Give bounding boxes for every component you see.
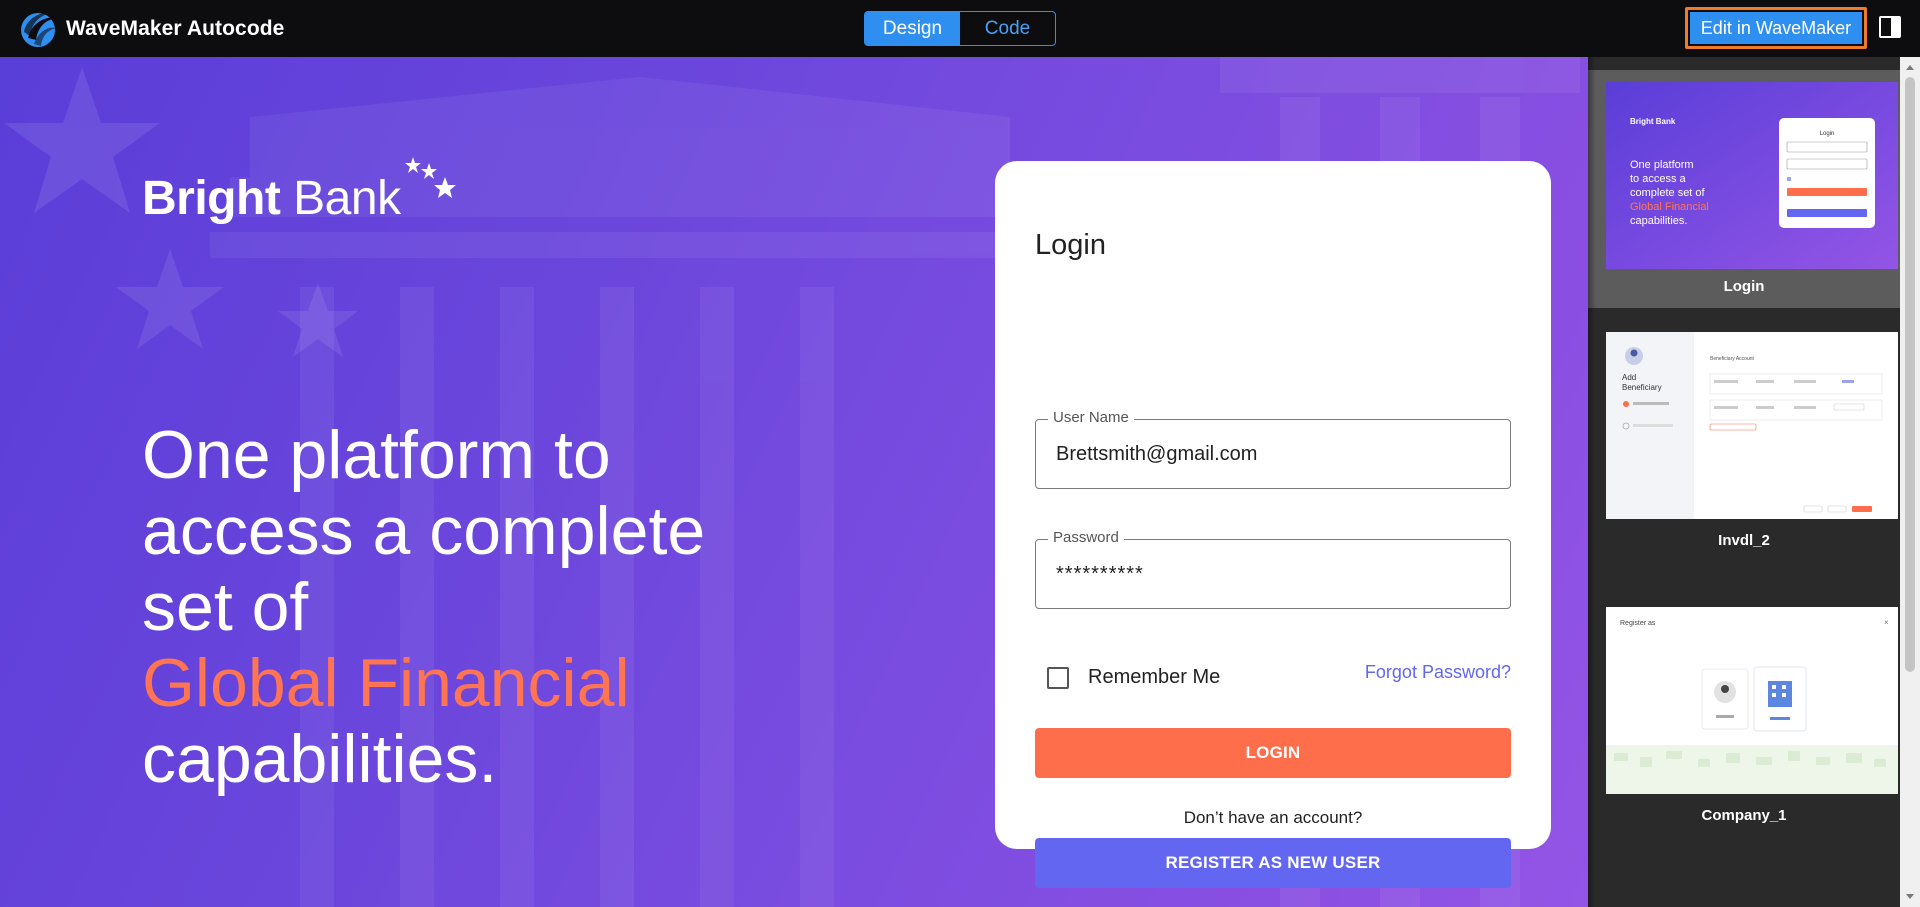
login-page-preview: Bright Bank One platform to access a com…: [0, 57, 1588, 907]
remember-me-label: Remember Me: [1088, 666, 1221, 688]
thumbnail-invdl-2-label: Invdl_2: [1718, 532, 1770, 549]
login-title: Login: [1035, 229, 1106, 261]
top-bar: WaveMaker Autocode Design Code Edit in W…: [0, 0, 1920, 57]
svg-text:Add: Add: [1622, 373, 1636, 382]
username-field[interactable]: User Name Brettsmith@gmail.com: [1035, 409, 1511, 489]
remember-me[interactable]: Remember Me: [1047, 666, 1220, 689]
hero-headline: One platform to access a complete set of…: [142, 417, 842, 797]
company-1-preview-image: Register as ×: [1606, 607, 1898, 794]
svg-text:Global Financial: Global Financial: [1630, 201, 1709, 213]
thumbnail-company-1-label: Company_1: [1701, 807, 1787, 824]
svg-text:complete set of: complete set of: [1630, 187, 1706, 199]
thumbnail-login[interactable]: Bright Bank One platform to access a com…: [1588, 70, 1900, 308]
tab-design[interactable]: Design: [865, 12, 960, 45]
svg-text:×: ×: [1884, 618, 1889, 627]
scroll-up-icon[interactable]: [1906, 65, 1914, 70]
login-button[interactable]: LOGIN: [1035, 728, 1511, 778]
forgot-password-link[interactable]: Forgot Password?: [1365, 662, 1511, 683]
password-input[interactable]: **********: [1056, 540, 1144, 608]
app-brand: WaveMaker Autocode: [20, 8, 284, 50]
username-input[interactable]: Brettsmith@gmail.com: [1056, 420, 1257, 488]
thumbnail-company-1[interactable]: Register as × Company_1: [1588, 607, 1900, 837]
design-code-toggle: Design Code: [864, 11, 1056, 46]
svg-text:capabilities.: capabilities.: [1630, 215, 1687, 227]
thumbnail-invdl-2[interactable]: Add Beneficiary Beneficiary Account Invd…: [1588, 332, 1900, 549]
stars-icon: [404, 157, 456, 198]
svg-text:One platform: One platform: [1630, 159, 1694, 171]
page-thumbnails-panel: Bright Bank One platform to access a com…: [1588, 57, 1920, 907]
hero-line-end: capabilities.: [142, 721, 498, 797]
bright-bank-logo: Bright Bank: [142, 157, 457, 226]
hero-line-1: One platform to: [142, 417, 611, 493]
svg-text:Beneficiary: Beneficiary: [1622, 383, 1662, 392]
svg-text:Register as: Register as: [1620, 620, 1656, 627]
hero-line-2: access a complete: [142, 493, 706, 569]
thumbnails-scrollbar[interactable]: [1900, 57, 1920, 907]
register-button[interactable]: REGISTER AS NEW USER: [1035, 838, 1511, 888]
wavemaker-logo-icon: [21, 12, 56, 47]
bank-name-bold: Bright: [142, 172, 281, 225]
thumbnail-company-1-preview[interactable]: Register as ×: [1606, 607, 1898, 794]
thumbnail-login-label: Login: [1723, 278, 1765, 295]
panel-toggle-icon[interactable]: [1879, 16, 1901, 38]
thumbnail-invdl-2-preview[interactable]: Add Beneficiary Beneficiary Account: [1606, 332, 1898, 519]
login-preview-image: Bright Bank One platform to access a com…: [1606, 82, 1898, 269]
svg-text:Login: Login: [1820, 131, 1835, 137]
panel-shadow: [1588, 57, 1596, 907]
invdl-2-preview-image: Add Beneficiary Beneficiary Account: [1606, 332, 1898, 519]
no-account-text: Don’t have an account?: [1183, 808, 1363, 827]
password-field[interactable]: Password **********: [1035, 529, 1511, 609]
hero-accent-line: Global Financial: [142, 645, 630, 721]
tab-code[interactable]: Code: [960, 12, 1055, 45]
svg-text:to access a: to access a: [1630, 173, 1687, 185]
bank-name-regular: Bank: [293, 172, 401, 225]
app-title: WaveMaker Autocode: [66, 17, 285, 40]
edit-button-highlight: Edit in WaveMaker: [1685, 7, 1867, 49]
svg-text:Beneficiary Account: Beneficiary Account: [1710, 356, 1755, 362]
svg-text:Bright Bank: Bright Bank: [1630, 117, 1676, 126]
hero-line-3: set of: [142, 569, 309, 645]
remember-me-checkbox[interactable]: [1047, 666, 1069, 689]
scrollbar-thumb[interactable]: [1905, 77, 1915, 672]
scroll-down-icon[interactable]: [1906, 894, 1914, 899]
thumbnail-login-preview[interactable]: Bright Bank One platform to access a com…: [1606, 82, 1898, 269]
edit-in-wavemaker-button[interactable]: Edit in WaveMaker: [1690, 12, 1862, 44]
login-card: Login User Name Brettsmith@gmail.com Pas…: [995, 161, 1551, 888]
